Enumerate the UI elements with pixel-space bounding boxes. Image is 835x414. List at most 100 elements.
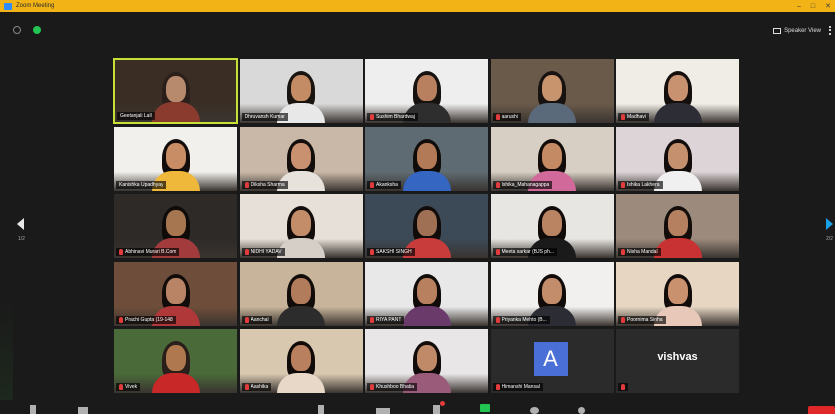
chat-button[interactable] xyxy=(480,404,490,412)
speaker-view-label: Speaker View xyxy=(784,27,821,34)
participant-tile[interactable]: Khushboo Bhatia xyxy=(364,328,489,394)
participant-face xyxy=(291,142,311,169)
participant-name: Priyanka Mehto (B... xyxy=(501,316,547,323)
participant-tile[interactable]: A Himanshi Mansal xyxy=(489,328,615,394)
participant-name: RIYA PANT xyxy=(376,316,402,323)
participant-tile[interactable]: Priyanka Mehto (B... xyxy=(489,260,615,327)
mic-muted-icon xyxy=(621,114,625,120)
mic-muted-icon xyxy=(244,181,249,188)
participant-tile[interactable]: NIDHI YADAV xyxy=(238,193,364,259)
mic-muted-icon xyxy=(244,384,249,390)
participant-tile[interactable]: Akanksha xyxy=(364,125,489,192)
participant-face xyxy=(416,75,437,101)
participant-tile[interactable]: SAKSHI SINGH xyxy=(364,193,489,259)
participant-body xyxy=(653,238,702,258)
participant-name-tag: Meeta sarkar (BJS ph... xyxy=(492,248,558,256)
participant-face xyxy=(416,210,437,236)
minimize-button[interactable]: – xyxy=(797,3,801,10)
participant-name: Kanishka Upadhyay xyxy=(119,181,164,188)
participant-name: Aanchal xyxy=(250,316,269,323)
participant-tile[interactable]: Vivek xyxy=(113,328,238,394)
participant-display-name: vishvas xyxy=(657,351,698,363)
participant-face xyxy=(291,75,311,101)
mic-muted-icon xyxy=(244,249,249,255)
speaker-view-button[interactable]: Speaker View xyxy=(773,26,821,35)
participant-name: Himanshi Mansal xyxy=(501,384,540,390)
mic-muted-icon xyxy=(370,114,374,120)
participant-name: Abhinavi Murari B.Com xyxy=(125,249,177,255)
participant-name-tag: Himanshi Mansal xyxy=(492,383,543,391)
participant-name: Nisha Mandal xyxy=(627,249,658,255)
participant-face xyxy=(667,142,688,169)
participant-name: Sushim Bhardwaj xyxy=(376,114,415,120)
reactions-button[interactable] xyxy=(578,407,585,414)
participant-tile[interactable]: Nisha Mandal xyxy=(615,193,740,259)
participant-name: Madhavi xyxy=(627,114,646,120)
next-page-arrow-icon[interactable] xyxy=(826,218,833,230)
video-button[interactable] xyxy=(78,407,88,414)
participant-name: SAKSHI SINGH xyxy=(376,249,412,255)
participant-name-tag: Sushim Bhardwaj xyxy=(367,113,418,121)
participant-tile[interactable]: Prachi Gupta (19-148 xyxy=(113,260,238,327)
participant-name: Dhruvansh Kumar xyxy=(244,114,285,120)
more-options-icon[interactable] xyxy=(829,26,832,35)
mic-muted-icon xyxy=(119,384,123,390)
security-button[interactable] xyxy=(318,405,324,414)
participant-tile[interactable]: Aanchal xyxy=(238,260,364,327)
participant-face xyxy=(542,210,562,236)
title-bar: Zoom Meeting – □ ✕ xyxy=(0,0,835,12)
close-button[interactable]: ✕ xyxy=(825,2,831,10)
participant-name-tag: Poornima Sinha xyxy=(618,315,666,324)
participant-name-tag: Priyanka Mehto (B... xyxy=(492,315,550,324)
participant-tile[interactable]: Ishika Lakhera xyxy=(615,125,740,192)
participant-name: NIDHI YADAV xyxy=(250,249,282,255)
meeting-top-bar: Speaker View xyxy=(0,12,835,42)
meeting-controls-bar xyxy=(0,400,835,414)
participant-tile[interactable]: RIYA PANT xyxy=(364,260,489,327)
previous-page-arrow-icon[interactable] xyxy=(17,218,24,230)
participants-button[interactable] xyxy=(376,408,390,414)
mic-muted-icon xyxy=(119,249,123,255)
participant-tile[interactable]: Meeta sarkar (BJS ph... xyxy=(489,193,615,259)
participant-face xyxy=(667,277,688,304)
participant-name-tag: aarushi xyxy=(492,113,521,121)
participant-face xyxy=(165,277,186,304)
participant-body xyxy=(402,305,451,326)
security-shield-icon[interactable] xyxy=(33,26,41,34)
participant-tile[interactable]: aarushi xyxy=(489,58,615,124)
mic-muted-icon xyxy=(621,181,625,188)
participant-tile[interactable]: Madhavi xyxy=(615,58,740,124)
mic-muted-icon xyxy=(495,316,500,323)
share-screen-button[interactable] xyxy=(530,407,539,414)
participant-tile[interactable]: Ishika_Mahanagappa xyxy=(489,125,615,192)
participant-face xyxy=(416,142,437,169)
participant-face xyxy=(416,277,437,304)
participant-tile[interactable]: Dhruvansh Kumar xyxy=(238,58,364,124)
participant-name: Khushboo Bhatia xyxy=(376,384,415,390)
participant-tile[interactable]: Geetanjali Lall xyxy=(113,58,238,124)
end-meeting-button[interactable] xyxy=(808,406,835,414)
participant-name-tag: SAKSHI SINGH xyxy=(367,248,415,256)
participant-name-tag: Dhruvansh Kumar xyxy=(241,113,288,121)
participant-face xyxy=(667,75,688,101)
participant-tile[interactable]: Diksha Sharma xyxy=(238,125,364,192)
participant-tile[interactable]: Aashika xyxy=(238,328,364,394)
mic-muted-icon xyxy=(370,181,374,188)
participant-tile[interactable]: vishvas xyxy=(615,328,740,394)
maximize-button[interactable]: □ xyxy=(811,3,815,10)
window-title: Zoom Meeting xyxy=(16,3,55,9)
mic-muted-icon xyxy=(244,316,249,323)
participant-name: Meeta sarkar (BJS ph... xyxy=(501,249,555,255)
mic-muted-icon xyxy=(495,114,500,120)
participant-tile[interactable]: Abhinavi Murari B.Com xyxy=(113,193,238,259)
participant-tile[interactable]: Kanishka Upadhyay xyxy=(113,125,238,192)
participant-body xyxy=(151,373,200,393)
participant-tile[interactable]: Sushim Bhardwaj xyxy=(364,58,489,124)
participant-face xyxy=(416,345,437,371)
participant-tile[interactable]: Poornima Sinha xyxy=(615,260,740,327)
info-icon[interactable] xyxy=(13,26,21,34)
participant-avatar: A xyxy=(533,342,568,376)
mute-button[interactable] xyxy=(30,405,36,414)
polls-button[interactable] xyxy=(433,405,440,414)
participant-body xyxy=(277,305,325,326)
